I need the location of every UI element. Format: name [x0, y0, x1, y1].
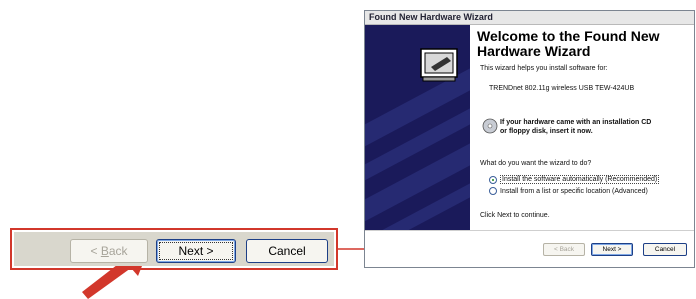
cd-note-line2: or floppy disk, insert it now.	[500, 128, 593, 135]
option-label: Install from a list or specific location…	[500, 187, 648, 195]
radio-selected-icon[interactable]	[489, 175, 497, 184]
wizard-footer: < Back Next > Cancel	[365, 230, 694, 267]
option-install-from-list[interactable]: Install from a list or specific location…	[489, 187, 648, 195]
radio-unselected-icon[interactable]	[489, 187, 497, 195]
cancel-button-zoomed[interactable]: Cancel	[246, 239, 328, 263]
question-text: What do you want the wizard to do?	[480, 160, 592, 167]
found-new-hardware-wizard-window: Found New Hardware Wizard Welcome to the…	[364, 10, 695, 268]
next-button-zoomed[interactable]: Next >	[156, 239, 236, 263]
back-button-label: < Back	[553, 246, 575, 253]
next-button[interactable]: Next >	[591, 243, 633, 256]
wizard-heading-line1: Welcome to the Found New	[477, 28, 660, 44]
cancel-button-label: Cancel	[654, 246, 676, 253]
cancel-button-zoomed-label: Cancel	[268, 244, 306, 258]
cd-note: If your hardware came with an installati…	[500, 118, 651, 136]
cd-icon	[482, 118, 498, 134]
next-button-zoomed-label: Next >	[178, 244, 214, 258]
window-title: Found New Hardware Wizard	[365, 11, 694, 25]
wizard-content: Welcome to the Found New Hardware Wizard	[477, 29, 690, 59]
back-button-zoomed-label: < Back	[90, 244, 128, 258]
zoomed-button-bar-background: < Back Next > Cancel	[14, 232, 334, 266]
option-install-automatically[interactable]: Install the software automatically (Reco…	[489, 175, 660, 184]
continue-text: Click Next to continue.	[480, 212, 550, 219]
back-button[interactable]: < Back	[543, 243, 585, 256]
hardware-icon	[420, 48, 458, 82]
wizard-side-panel	[365, 25, 470, 233]
intro-text: This wizard helps you install software f…	[480, 65, 608, 72]
back-button-zoomed[interactable]: < Back	[70, 239, 148, 263]
wizard-heading-line2: Hardware Wizard	[477, 43, 591, 59]
zoomed-button-bar: < Back Next > Cancel	[10, 228, 338, 270]
cd-note-line1: If your hardware came with an installati…	[500, 119, 652, 126]
cancel-button[interactable]: Cancel	[643, 243, 687, 256]
next-button-label: Next >	[602, 246, 622, 253]
device-name: TRENDnet 802.11g wireless USB TEW-424UB	[489, 85, 635, 92]
option-label: Install the software automatically (Reco…	[500, 175, 660, 184]
